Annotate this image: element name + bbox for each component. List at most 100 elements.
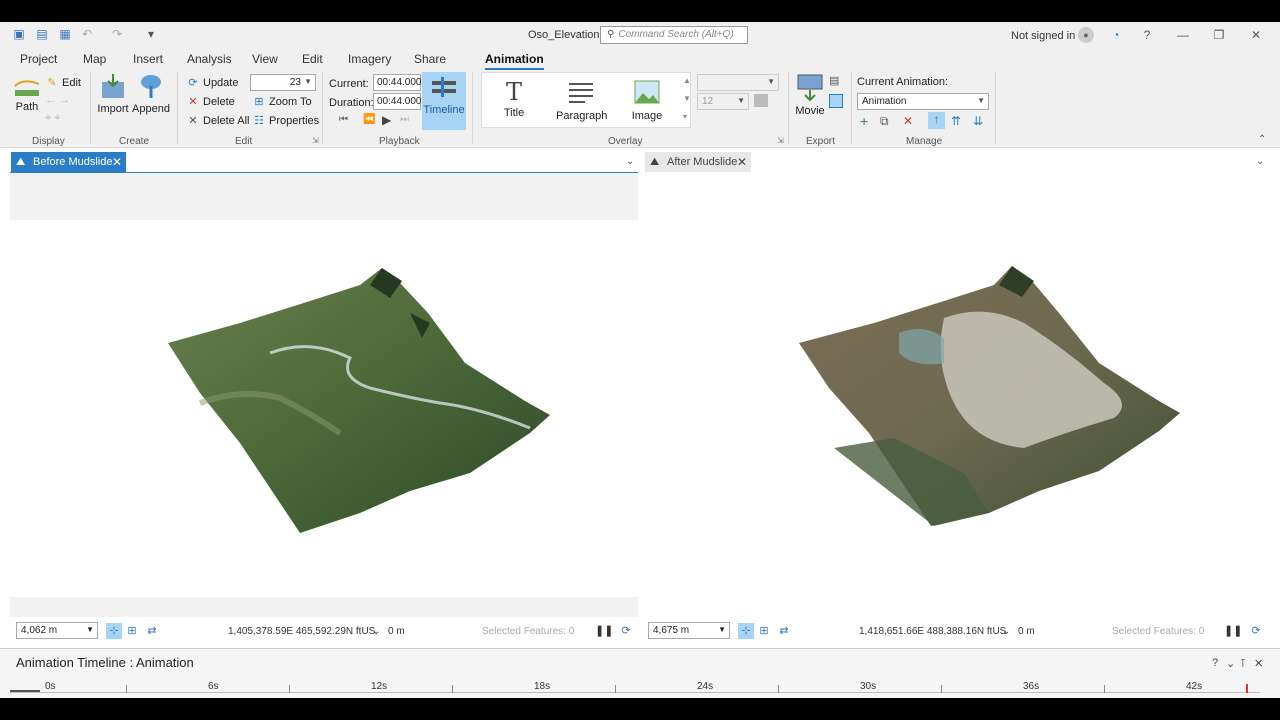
movie-button[interactable]: Movie [793, 72, 827, 117]
tab-edit[interactable]: Edit [302, 52, 323, 66]
tab-share[interactable]: Share [414, 52, 446, 66]
animation-timeline-pane: Animation Timeline : Animation ? ⌄ ⊺ ✕ 0… [0, 648, 1280, 698]
timeline-scroll-handle[interactable] [10, 690, 40, 692]
title-icon: T [505, 78, 522, 106]
undo-icon[interactable]: ↶ [80, 27, 94, 41]
group-label-edit: Edit [235, 136, 253, 147]
skip-to-end-icon[interactable]: ⏭ [400, 114, 409, 125]
arrow-nav-icon[interactable]: ← → [45, 94, 70, 106]
navigator-icon[interactable]: ⊹ [106, 623, 122, 639]
after-mudslide-scene[interactable] [644, 173, 1270, 617]
help-icon[interactable]: ? [1212, 657, 1218, 669]
remove-animation-icon[interactable]: ✕ [903, 114, 913, 128]
save-project-icon[interactable]: ▦ [58, 27, 72, 41]
scale-select[interactable]: 4,675 m ▼ [648, 622, 730, 639]
notification-icon[interactable]: ◔ [1108, 27, 1124, 43]
selected-features-count[interactable]: Selected Features: 0 [1112, 626, 1204, 637]
tab-map[interactable]: Map [83, 52, 106, 66]
export-frames-icon[interactable]: ▤ [829, 74, 843, 88]
append-button[interactable]: Append [132, 72, 170, 115]
grid-icon[interactable]: ⊞ [756, 623, 772, 639]
close-tab-icon[interactable]: ✕ [112, 152, 122, 172]
new-project-icon[interactable]: ▣ [12, 27, 26, 41]
before-mudslide-scene[interactable] [10, 173, 638, 617]
title-overlay-button[interactable]: T Title [502, 77, 526, 119]
paragraph-overlay-button[interactable]: Paragraph [556, 77, 607, 122]
tab-imagery[interactable]: Imagery [348, 52, 391, 66]
dialog-launcher-icon[interactable]: ⇲ [312, 136, 319, 145]
pin-icon[interactable]: ⊺ [1240, 657, 1246, 670]
gallery-up-icon[interactable]: ▲ [683, 76, 691, 85]
help-icon[interactable]: ? [1139, 27, 1155, 43]
restore-icon[interactable]: ❐ [1211, 27, 1227, 43]
collapse-ribbon-icon[interactable]: ⌃ [1258, 134, 1266, 145]
tab-view[interactable]: View [252, 52, 278, 66]
move-bottom-icon[interactable]: ⇊ [973, 114, 983, 128]
duration-input[interactable]: 00:44.000 [373, 93, 422, 110]
keyframe-number-spinner[interactable]: 23 ▼ [250, 74, 316, 91]
font-family-select[interactable]: ▼ [697, 74, 779, 91]
edit-path-button[interactable]: ✎ Edit [45, 76, 81, 89]
avatar-icon[interactable]: ● [1078, 27, 1094, 43]
tab-insert[interactable]: Insert [133, 52, 163, 66]
close-icon[interactable]: ✕ [1248, 27, 1264, 43]
skip-to-start-icon[interactable]: ⏮ [339, 114, 348, 125]
view-dropdown-icon[interactable]: ⌄ [1256, 156, 1264, 167]
current-animation-select[interactable]: Animation ▼ [857, 93, 989, 110]
delete-button[interactable]: ✕ Delete [186, 95, 234, 108]
move-top-icon[interactable]: ⇈ [951, 114, 961, 128]
current-time-input[interactable]: 00:44.000 [373, 74, 422, 91]
tab-analysis[interactable]: Analysis [187, 52, 232, 66]
delete-all-button[interactable]: ✕ Delete All [186, 114, 249, 127]
add-animation-icon[interactable]: + [860, 113, 868, 129]
gallery-more-icon[interactable]: ▾ [683, 112, 687, 121]
update-button[interactable]: ⟳ Update [186, 76, 238, 89]
properties-button[interactable]: ☷ Properties [252, 114, 319, 127]
path-tools-icon[interactable]: ⌖ ⌖ [45, 112, 60, 125]
tab-after-mudslide[interactable]: ⛰ After Mudslide ✕ [645, 152, 751, 172]
grid-icon[interactable]: ⊞ [124, 623, 140, 639]
scale-select[interactable]: 4,062 m ▼ [16, 622, 98, 639]
snapping-icon[interactable]: ⇄ [144, 623, 160, 639]
play-icon[interactable]: ▶ [382, 113, 391, 127]
timeline-button[interactable]: Timeline [422, 72, 466, 130]
font-size-select[interactable]: 12 ▼ [697, 93, 749, 110]
image-overlay-button[interactable]: Image [630, 77, 664, 122]
copy-animation-icon[interactable]: ⧉ [880, 114, 889, 129]
previous-icon[interactable]: ⏪ [363, 114, 375, 125]
coordinate-format-icon[interactable]: ⌄ [1002, 626, 1010, 637]
tab-animation[interactable]: Animation [485, 52, 544, 70]
view-dropdown-icon[interactable]: ⌄ [626, 156, 634, 167]
coordinate-format-icon[interactable]: ⌄ [372, 626, 380, 637]
timeline-title: Animation Timeline : Animation [16, 655, 194, 670]
signin-status[interactable]: Not signed in [1011, 30, 1075, 42]
customize-toolbar-icon[interactable]: ▾ [144, 27, 158, 41]
image-icon [634, 80, 660, 104]
pause-icon[interactable]: ❚❚ [595, 623, 613, 639]
navigator-icon[interactable]: ⊹ [738, 623, 754, 639]
move-up-icon[interactable]: ↑ [928, 112, 945, 129]
gallery-down-icon[interactable]: ▼ [683, 94, 691, 103]
path-button[interactable]: Path [12, 76, 42, 113]
snapping-icon[interactable]: ⇄ [776, 623, 792, 639]
pause-icon[interactable]: ❚❚ [1224, 623, 1242, 639]
timeline-tick-mark [941, 685, 942, 693]
command-search-input[interactable]: ⚲ Command Search (Alt+Q) [600, 26, 748, 44]
selected-features-count[interactable]: Selected Features: 0 [482, 626, 574, 637]
export-options-icon[interactable] [829, 94, 843, 108]
tab-project[interactable]: Project [20, 52, 57, 66]
refresh-icon[interactable]: ⟳ [1248, 623, 1264, 639]
close-tab-icon[interactable]: ✕ [737, 152, 747, 172]
dialog-launcher-icon[interactable]: ⇲ [777, 136, 784, 145]
minimize-icon[interactable]: — [1175, 27, 1191, 43]
close-icon[interactable]: ✕ [1254, 657, 1263, 670]
pane-options-icon[interactable]: ⌄ [1226, 657, 1235, 670]
zoom-to-button[interactable]: ⊞ Zoom To [252, 95, 311, 108]
redo-icon[interactable]: ↷ [110, 27, 124, 41]
import-button[interactable]: Import [96, 72, 130, 115]
tab-before-mudslide[interactable]: ⛰ Before Mudslide ✕ [11, 152, 126, 172]
font-color-swatch[interactable] [754, 94, 768, 107]
refresh-icon[interactable]: ⟳ [618, 623, 634, 639]
open-project-icon[interactable]: ▤ [35, 27, 49, 41]
playhead-marker[interactable] [1246, 684, 1248, 693]
